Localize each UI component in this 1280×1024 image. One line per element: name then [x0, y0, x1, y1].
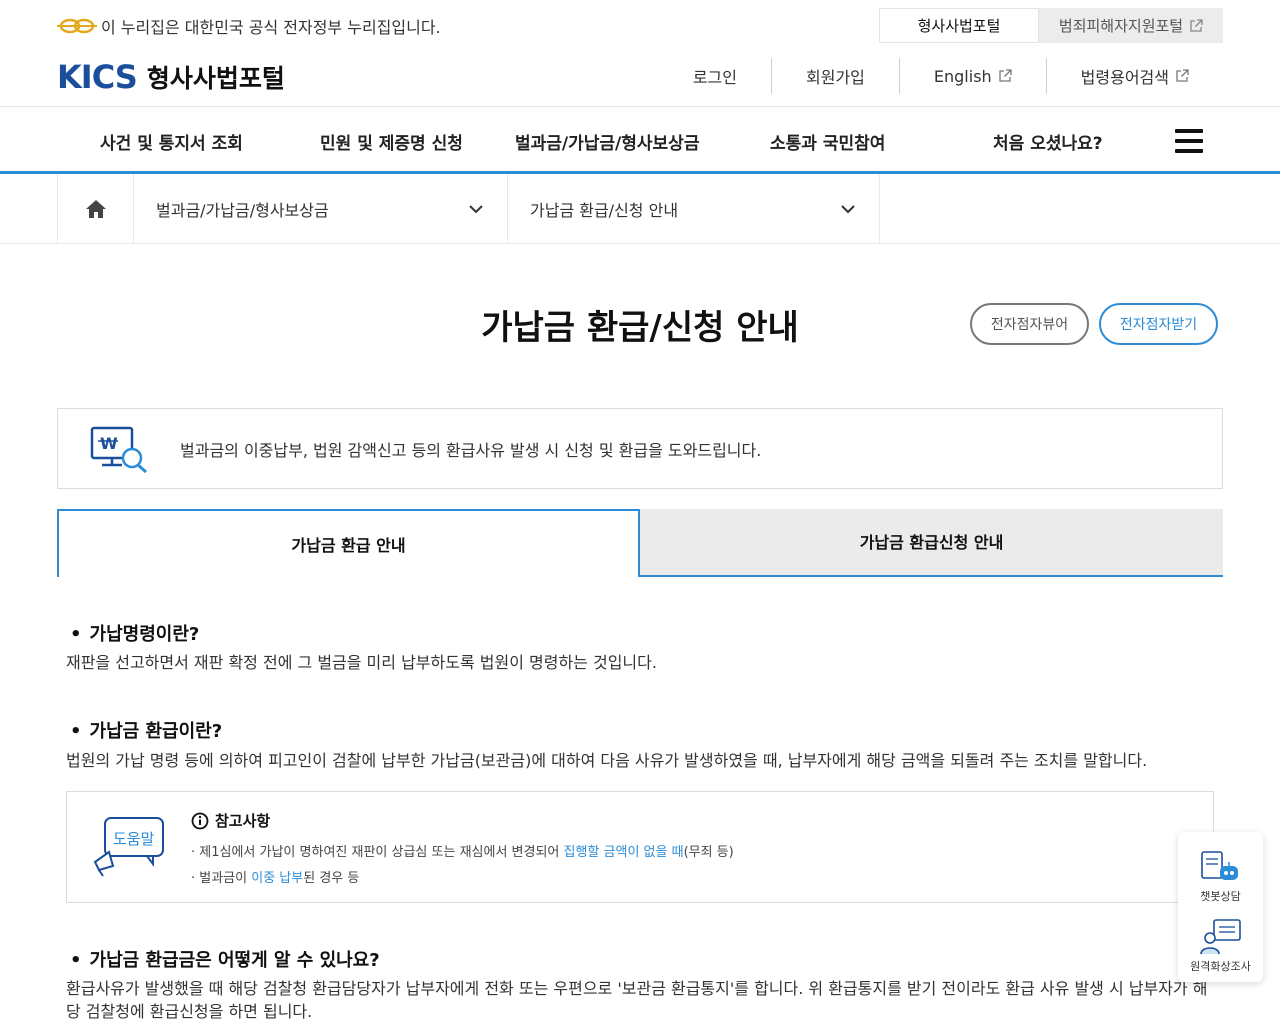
- breadcrumb-level2-dropdown[interactable]: 가납금 환급/신청 안내: [508, 174, 880, 244]
- portal-switcher: 형사사법포털 범죄피해자지원포털: [879, 8, 1223, 43]
- nav-fines[interactable]: 벌과금/가납금/형사보상금: [515, 129, 699, 154]
- site-name: 형사사법포털: [146, 64, 285, 93]
- english-link[interactable]: English: [898, 58, 1046, 94]
- gov-notice: 이 누리집은 대한민국 공식 전자정부 누리집입니다.: [57, 14, 441, 38]
- tab-label: 가납금 환급신청 안내: [859, 533, 1004, 552]
- braille-viewer-button[interactable]: 전자점자뷰어: [970, 303, 1089, 345]
- breadcrumb-level2-label: 가납금 환급/신청 안내: [530, 201, 679, 220]
- legal-term-search-link[interactable]: 법령용어검색: [1045, 58, 1223, 94]
- breadcrumb: 벌과금/가납금/형사보상금 가납금 환급/신청 안내: [0, 174, 1280, 244]
- note-item: · 벌과금이 이중 납부된 경우 등: [191, 867, 359, 886]
- reference-note-box: 도움말 참고사항 · 제1심에서 가납이 명하여진 재판이 상급심 또는 재심에…: [66, 791, 1214, 903]
- nav-participation[interactable]: 소통과 국민참여: [770, 129, 885, 154]
- site-header: KICS 형사사법포털 로그인 회원가입 English 법령용어검색: [0, 50, 1280, 106]
- won-search-icon: W: [90, 426, 147, 473]
- note-item: · 제1심에서 가납이 명하여진 재판이 상급심 또는 재심에서 변경되어 집행…: [191, 841, 734, 860]
- main-nav: 사건 및 통지서 조회 민원 및 제증명 신청 벌과금/가납금/형사보상금 소통…: [0, 106, 1280, 174]
- menu-icon[interactable]: [1175, 129, 1203, 153]
- help-megaphone-icon: 도움말: [93, 817, 164, 877]
- intro-text: 벌과금의 이중납부, 법원 감액신고 등의 환급사유 발생 시 신청 및 환급을…: [180, 440, 762, 460]
- note-text: (무죄 등): [683, 845, 734, 860]
- braille-download-button[interactable]: 전자점자받기: [1099, 303, 1218, 345]
- svg-text:도움말: 도움말: [113, 830, 155, 848]
- signup-link[interactable]: 회원가입: [771, 58, 899, 94]
- login-label: 로그인: [692, 68, 737, 87]
- gov-notice-text: 이 누리집은 대한민국 공식 전자정부 누리집입니다.: [101, 18, 441, 37]
- section-body: 재판을 선고하면서 재판 확정 전에 그 벌금을 미리 납부하도록 법원이 명령…: [66, 653, 657, 672]
- government-logo-icon: [57, 18, 97, 34]
- remote-video-button[interactable]: 원격화상조사: [1178, 914, 1263, 976]
- home-button[interactable]: [57, 174, 134, 244]
- tab-label: 가납금 환급 안내: [291, 536, 406, 555]
- portal-tab-kics[interactable]: 형사사법포털: [879, 8, 1039, 43]
- note-text: · 벌과금이: [191, 871, 252, 886]
- breadcrumb-level1-label: 벌과금/가납금/형사보상금: [156, 201, 329, 220]
- floating-quick-menu: 챗봇상담 원격화상조사: [1178, 832, 1263, 982]
- breadcrumb-level1-dropdown[interactable]: 벌과금/가납금/형사보상금: [134, 174, 508, 244]
- chatbot-button[interactable]: 챗봇상담: [1178, 846, 1263, 906]
- chatbot-label: 챗봇상담: [1200, 890, 1241, 903]
- note-highlight: 이중 납부: [251, 871, 304, 886]
- tab-refund-info[interactable]: 가납금 환급 안내: [57, 509, 640, 577]
- portal-tab-label: 형사사법포털: [917, 17, 1001, 35]
- svg-text:W: W: [100, 434, 118, 453]
- portal-tab-label: 범죄피해자지원포털: [1058, 17, 1184, 35]
- english-label: English: [933, 66, 992, 86]
- site-brand[interactable]: KICS 형사사법포털: [57, 58, 285, 96]
- section-heading: 가납금 환급이란?: [70, 717, 223, 743]
- section-heading: 가납명령이란?: [70, 620, 200, 646]
- info-circle-icon: [191, 812, 209, 829]
- nav-civil-petition[interactable]: 민원 및 제증명 신청: [320, 129, 463, 154]
- legal-term-label: 법령용어검색: [1080, 68, 1169, 87]
- chevron-down-icon: [841, 205, 855, 214]
- intro-box: W 벌과금의 이중납부, 법원 감액신고 등의 환급사유 발생 시 신청 및 환…: [57, 408, 1223, 489]
- gov-banner: 이 누리집은 대한민국 공식 전자정부 누리집입니다. 형사사법포털 범죄피해자…: [0, 0, 1280, 50]
- external-link-icon: [999, 69, 1012, 82]
- external-link-icon: [1176, 69, 1189, 82]
- section-body: 환급사유가 발생했을 때 해당 검찰청 환급담당자가 납부자에게 전화 또는 우…: [66, 979, 1208, 1021]
- chevron-down-icon: [469, 205, 483, 214]
- note-text: · 제1심에서 가납이 명하여진 재판이 상급심 또는 재심에서 변경되어: [191, 845, 564, 860]
- tab-refund-application[interactable]: 가납금 환급신청 안내: [640, 509, 1223, 577]
- remote-video-label: 원격화상조사: [1190, 960, 1251, 973]
- external-link-icon: [1190, 18, 1203, 32]
- signup-label: 회원가입: [806, 68, 865, 87]
- section-heading: 가납금 환급금은 어떻게 알 수 있나요?: [70, 946, 380, 972]
- chatbot-icon: [1201, 851, 1238, 880]
- note-heading: 참고사항: [191, 810, 270, 831]
- nav-case-search[interactable]: 사건 및 통지서 조회: [100, 129, 243, 154]
- utility-nav: 로그인 회원가입 English 법령용어검색: [659, 58, 1223, 94]
- video-conference-icon: [1200, 919, 1241, 955]
- portal-tab-victim-support[interactable]: 범죄피해자지원포털: [1039, 8, 1223, 43]
- kics-logo: KICS: [57, 58, 138, 96]
- section-body: 법원의 가납 명령 등에 의하여 피고인이 검찰에 납부한 가납금(보관금)에 …: [66, 751, 1148, 770]
- login-link[interactable]: 로그인: [659, 58, 771, 94]
- note-heading-text: 참고사항: [215, 812, 271, 830]
- nav-first-visit[interactable]: 처음 오셨나요?: [993, 129, 1103, 154]
- home-icon: [85, 200, 106, 218]
- note-text: 된 경우 등: [303, 871, 360, 886]
- note-highlight: 집행할 금액이 없을 때: [563, 845, 684, 860]
